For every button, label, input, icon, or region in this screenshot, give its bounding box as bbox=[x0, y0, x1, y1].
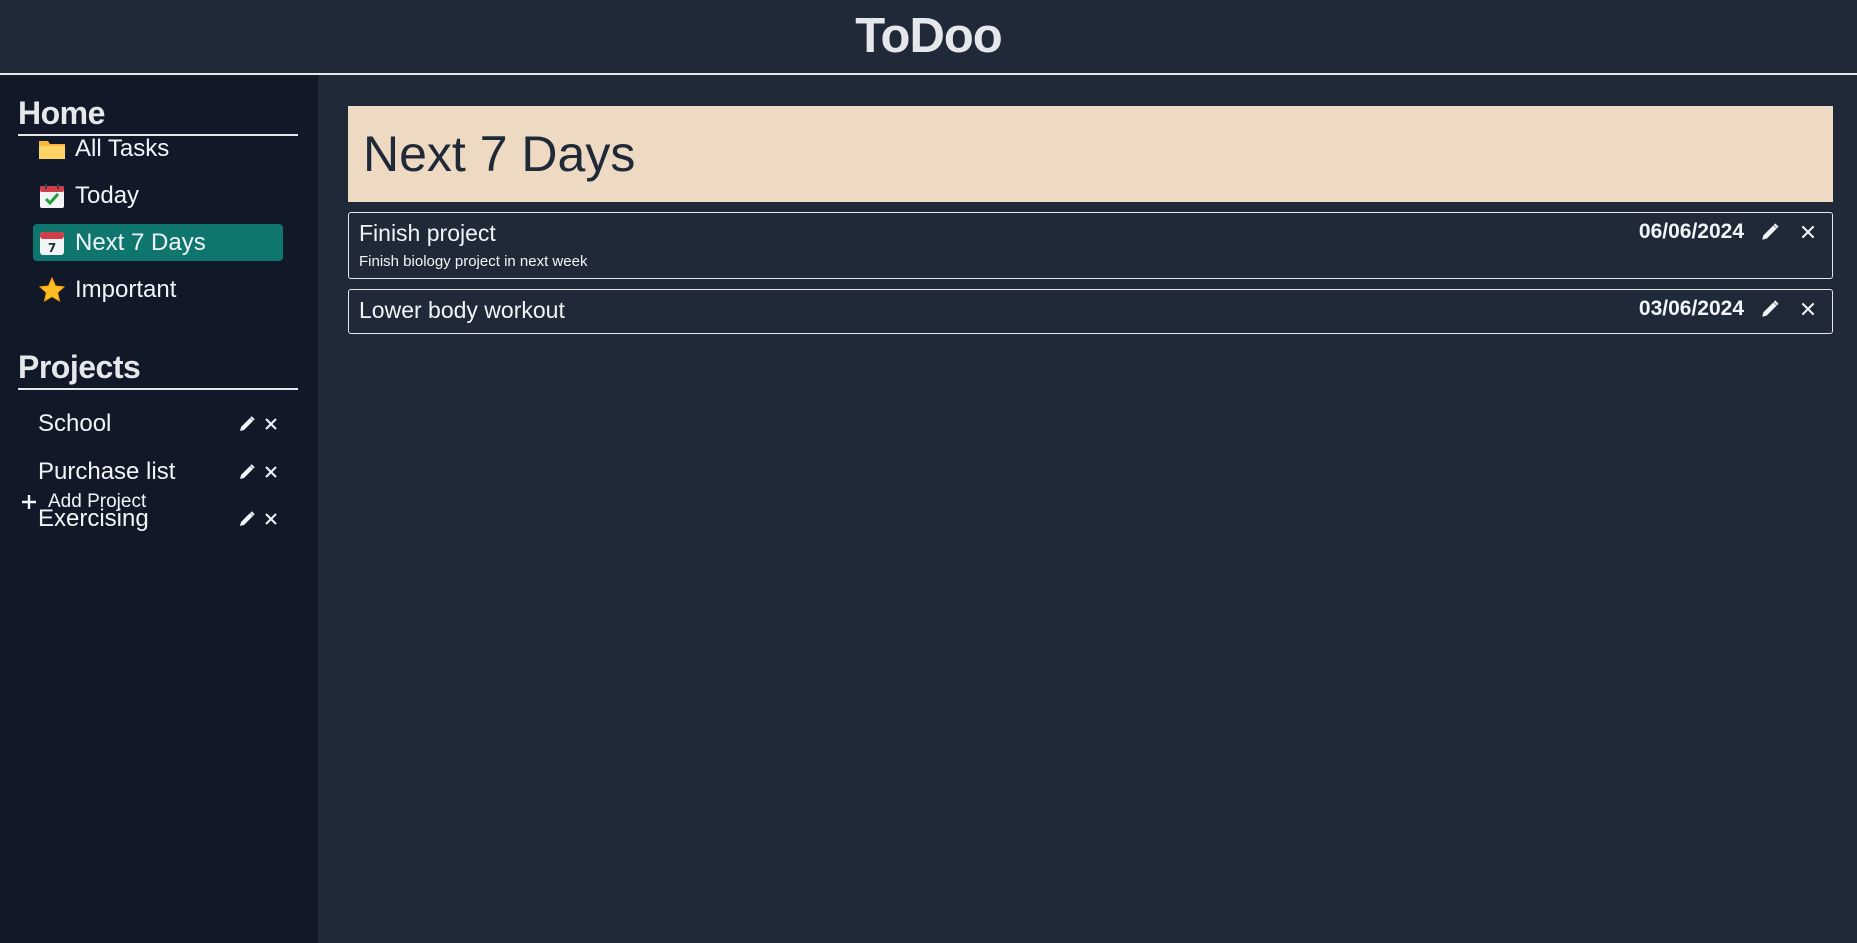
edit-task-icon[interactable] bbox=[1758, 297, 1782, 321]
calendar-check-icon bbox=[37, 181, 67, 211]
svg-text:7: 7 bbox=[48, 241, 56, 255]
edit-project-icon[interactable] bbox=[235, 412, 259, 436]
project-item-purchase-list[interactable]: Purchase list bbox=[38, 453, 283, 490]
nav-item-label: Next 7 Days bbox=[75, 228, 206, 256]
calendar-7-icon: 7 bbox=[37, 228, 67, 258]
task-description: Finish biology project in next week bbox=[359, 253, 588, 270]
main-content: Next 7 Days Finish project Finish biolog… bbox=[318, 75, 1857, 943]
plus-icon bbox=[20, 493, 38, 511]
projects-section-title: Projects bbox=[18, 349, 298, 390]
page-title: Next 7 Days bbox=[363, 126, 636, 182]
task-item[interactable]: Finish project Finish biology project in… bbox=[348, 212, 1833, 279]
delete-task-icon[interactable] bbox=[1796, 220, 1820, 244]
edit-project-icon[interactable] bbox=[235, 507, 259, 531]
delete-task-icon[interactable] bbox=[1796, 297, 1820, 321]
nav-item-all-tasks[interactable]: All Tasks bbox=[33, 130, 283, 167]
project-item-school[interactable]: School bbox=[38, 405, 283, 442]
delete-project-icon[interactable] bbox=[259, 507, 283, 531]
edit-task-icon[interactable] bbox=[1758, 220, 1782, 244]
task-date: 06/06/2024 bbox=[1638, 220, 1744, 243]
folder-icon bbox=[37, 134, 67, 164]
nav-item-label: All Tasks bbox=[75, 134, 170, 162]
add-project-button[interactable]: Add Project bbox=[20, 487, 146, 517]
app-header: ToDoo bbox=[0, 0, 1857, 75]
star-icon bbox=[37, 275, 67, 305]
nav-item-next-7-days[interactable]: 7 Next 7 Days bbox=[33, 224, 283, 261]
delete-project-icon[interactable] bbox=[259, 412, 283, 436]
project-label: School bbox=[38, 409, 112, 437]
task-date: 03/06/2024 bbox=[1638, 297, 1744, 320]
app-title: ToDoo bbox=[855, 8, 1002, 63]
nav-item-label: Today bbox=[75, 181, 140, 209]
nav-item-important[interactable]: Important bbox=[33, 271, 283, 308]
edit-project-icon[interactable] bbox=[235, 460, 259, 484]
add-project-label: Add Project bbox=[48, 491, 147, 512]
sidebar: Home All Tasks Today 7 Next 7 Days Impor… bbox=[0, 75, 318, 943]
project-label: Purchase list bbox=[38, 457, 176, 485]
task-item[interactable]: Lower body workout 03/06/2024 bbox=[348, 289, 1833, 334]
page-banner: Next 7 Days bbox=[348, 106, 1833, 202]
nav-item-label: Important bbox=[75, 275, 177, 303]
task-title: Lower body workout bbox=[359, 297, 565, 323]
delete-project-icon[interactable] bbox=[259, 460, 283, 484]
nav-item-today[interactable]: Today bbox=[33, 177, 283, 214]
task-title: Finish project bbox=[359, 220, 496, 246]
